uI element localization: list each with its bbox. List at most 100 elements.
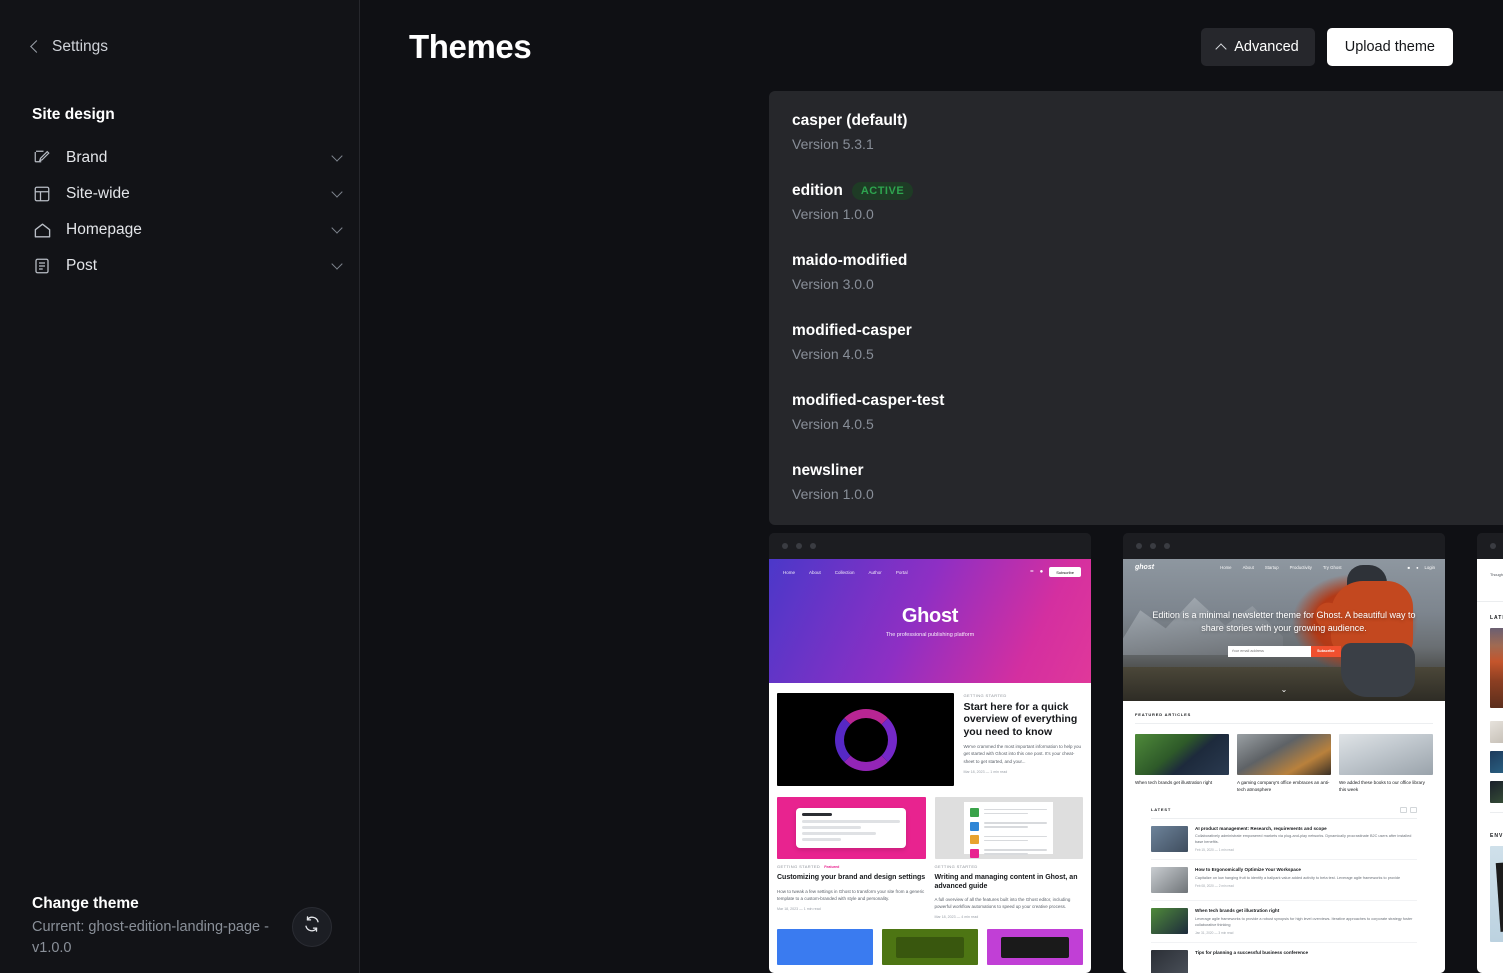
theme-row: newsliner Version 1.0.0 ACTIVATE [769,447,1503,517]
nav-link[interactable]: Startup [1265,565,1279,570]
hero-headline: Edition is a minimal newsletter theme fo… [1152,610,1416,633]
list-item[interactable]: Tips for planning a successful business … [1151,943,1417,973]
featured-article[interactable]: When tech brands get illustration right [1135,734,1229,794]
facebook-icon[interactable]: = [1030,569,1034,575]
scroll-down-icon[interactable]: ⌄ [1123,685,1445,694]
show-more-link[interactable]: Show more → [1490,813,1503,833]
theme-name: maido-modified [792,252,908,269]
sidebar-section-title: Site design [32,106,115,123]
post-meta: Mar 18, 2023 — 1 min read [777,906,821,911]
chevron-down-icon [331,258,343,270]
change-theme-current: Current: ghost-edition-landing-page - v1… [32,918,269,956]
section-label: LATEST [1151,807,1172,813]
list-item[interactable]: The New Personal Website Isn't Really a … [1490,781,1503,803]
hero-copy: Edition is a minimal newsletter theme fo… [1123,609,1445,657]
casper-brand-block: Ghost The professional publishing platfo… [769,605,1091,638]
list-item[interactable]: The Subversive Genius of Extremely Slow … [1490,751,1503,773]
theme-version: Version 1.0.0 [792,206,874,222]
nav-link[interactable]: Author [869,570,882,575]
list-item[interactable]: When tech brands get illustration right … [1151,901,1417,944]
post-title: Start here for a quick overview of every… [963,701,1078,738]
nav-link[interactable]: Home [783,570,795,575]
nav-link[interactable]: About [809,570,821,575]
lead-article[interactable]: The Weekly Planet: An Outdated Idea Is S… [1490,846,1503,942]
sidebar-item-brand[interactable]: Brand [0,140,359,176]
post-kicker: Getting Started [934,864,978,869]
subscribe-form: Subscribe [1227,645,1341,657]
casper-hero: Home About Collection Author Portal = ● … [769,559,1091,683]
featured-article[interactable]: A gaming company's office embraces an an… [1237,734,1331,794]
site-logo: ghost [1135,564,1155,571]
headline-header: Thoughts, stories and ideas. Headline Su… [1477,559,1503,589]
lead-article[interactable]: A Mars Rover Explored a Wasteland and Fo… [1490,628,1503,708]
upload-theme-button[interactable]: Upload theme [1326,28,1453,66]
theme-preview-edition[interactable]: ghost Home About Startup Productivity Tr… [1123,533,1445,973]
theme-name: modified-casper-test [792,392,945,409]
nav-link[interactable]: Try Ghost [1323,565,1342,570]
post-kicker: Getting Started [963,693,1007,698]
post-card-image[interactable] [882,929,978,966]
post-title: Customizing your brand and design settin… [777,874,926,881]
post-card-image[interactable] [987,929,1083,966]
subscribe-button[interactable]: Subscribe [1311,645,1341,657]
featured-articles: When tech brands get illustration right … [1135,734,1433,794]
section-label: FEATURED ARTICLES [1135,712,1433,724]
twitter-icon[interactable]: ● [1040,569,1044,575]
status-badge: ACTIVE [851,182,914,200]
list-view-icon [1400,806,1407,813]
article-image [1490,721,1503,743]
post-title: Writing and managing content in Ghost, a… [934,874,1078,890]
post-card[interactable]: Getting Started Writing and managing con… [934,797,1083,919]
back-to-settings-link[interactable]: Settings [0,0,359,56]
browser-chrome-bar [769,533,1091,559]
site-tagline: The professional publishing platform [885,632,975,638]
email-input[interactable] [1227,645,1312,657]
article-excerpt: Collaboratively administrate empowered m… [1195,834,1412,845]
article-excerpt: Capitalize on low hanging fruit to ident… [1195,875,1401,880]
theme-preview-headline[interactable]: Thoughts, stories and ideas. Headline Su… [1477,533,1503,973]
list-item[interactable]: How has this complete original been side… [1490,721,1503,743]
article-image [1151,950,1188,973]
edition-body: FEATURED ARTICLES When tech brands get i… [1123,701,1445,973]
sidebar-item-post[interactable]: Post [0,248,359,284]
sidebar-item-site-wide[interactable]: Site-wide [0,176,359,212]
view-toggle[interactable] [1400,806,1417,813]
preview-viewport: Home About Collection Author Portal = ● … [769,559,1091,973]
list-item[interactable]: How to Ergonomically Optimize Your Works… [1151,860,1417,902]
facebook-icon[interactable]: ■ [1408,565,1410,570]
change-theme-button[interactable] [292,906,332,947]
nav-link[interactable]: About [1243,565,1254,570]
nav-link[interactable]: Collection [835,570,855,575]
casper-nav: Home About Collection Author Portal = ● … [769,559,1091,577]
browser-chrome-bar [1477,533,1503,559]
article-image [1490,751,1503,773]
chevron-left-icon [30,40,43,53]
sidebar-item-homepage[interactable]: Homepage [0,212,359,248]
article-image [1135,734,1229,775]
theme-version: Version 1.0.0 [792,486,874,502]
article-meta: Feb 08, 2020 — 2 min read [1195,883,1234,888]
nav-link[interactable]: Portal [896,570,908,575]
featured-article[interactable]: We added these books to our office libra… [1339,734,1433,794]
subscribe-button[interactable]: Subscribe [1049,567,1081,577]
post-card-image[interactable] [777,929,873,966]
article-excerpt: Leverage agile frameworks to provide a r… [1195,916,1413,927]
themes-list-panel: casper (default) Version 5.3.1 ACTIVATE … [769,91,1503,525]
post-card[interactable]: Getting Started Featured Customizing you… [777,797,926,919]
list-item[interactable]: AI product management: Research, require… [1151,819,1417,861]
app-root: Settings Site design Brand Site-wide Hom… [0,0,1503,973]
theme-preview-casper[interactable]: Home About Collection Author Portal = ● … [769,533,1091,973]
article-image [1151,908,1188,935]
article-image [1237,734,1331,775]
login-link[interactable]: Login [1424,565,1435,570]
nav-link[interactable]: Home [1220,565,1231,570]
latest-section: LATEST AI product management: Research, … [1135,806,1433,973]
article-title: Tips for planning a successful business … [1195,950,1309,956]
edition-hero: ghost Home About Startup Productivity Tr… [1123,559,1445,701]
article-grid: How has this complete original been side… [1490,721,1503,813]
advanced-button[interactable]: Advanced [1201,28,1315,66]
nav-link[interactable]: Productivity [1290,565,1312,570]
featured-post[interactable]: Getting Started Start here for a quick o… [777,693,1083,786]
article-title: How to Ergonomically Optimize Your Works… [1195,867,1301,873]
twitter-icon[interactable]: ● [1416,565,1418,570]
